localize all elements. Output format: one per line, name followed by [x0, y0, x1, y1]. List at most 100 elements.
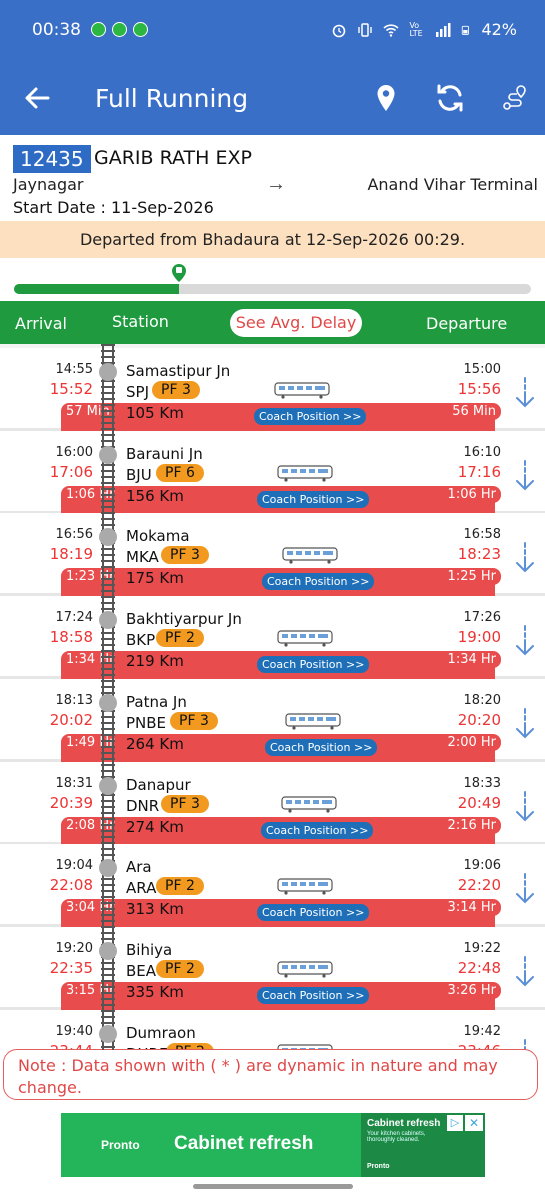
- station-code: BEA: [126, 962, 157, 980]
- ad-brand: Pronto: [101, 1138, 140, 1152]
- coach-position-button[interactable]: Coach Position >>: [265, 739, 378, 756]
- distance: 219 Km: [126, 652, 184, 670]
- status-time: 00:38: [32, 20, 81, 40]
- station-name: Ara: [126, 858, 152, 876]
- platform-badge: PF 3: [161, 795, 209, 813]
- scheduled-departure: 18:20: [463, 693, 501, 708]
- actual-departure: 18:23: [457, 545, 501, 563]
- actual-departure: 15:56: [457, 380, 501, 398]
- journey-progress-fill: [14, 284, 180, 294]
- train-header: 12435 GARIB RATH EXP Jaynagar → Anand Vi…: [0, 135, 545, 221]
- ad-headline: Cabinet refresh: [174, 1133, 314, 1154]
- expand-down-arrow-icon[interactable]: [513, 872, 537, 906]
- station-header: Station: [112, 312, 169, 331]
- actual-arrival: 17:06: [49, 463, 93, 481]
- ad-side-title: Cabinet refresh: [367, 1118, 441, 1129]
- coach-position-button[interactable]: Coach Position >>: [261, 822, 374, 839]
- departure-delay-badge: 1:25 Hr: [442, 568, 501, 585]
- station-row[interactable]: 19:20 22:35 3:15 Hr Bihiya BEA PF 2 335 Km Coac…: [0, 927, 545, 1048]
- coach-position-button[interactable]: Coach Position >>: [257, 491, 370, 508]
- expand-down-arrow-icon[interactable]: [513, 955, 537, 989]
- actual-departure: 22:48: [457, 959, 501, 977]
- station-row[interactable]: 18:13 20:02 1:49 Hr Patna Jn PNBE PF 3 264 Km C…: [0, 679, 545, 800]
- expand-down-arrow-icon[interactable]: [513, 376, 537, 410]
- coach-icon: [277, 961, 333, 978]
- ad-side-brand: Pronto: [367, 1163, 390, 1170]
- station-row[interactable]: 19:4023:44DumraonDUREPF 2Coach Position …: [0, 1010, 545, 1050]
- coach-position-button[interactable]: Coach Position >>: [262, 573, 375, 590]
- station-name: Mokama: [126, 527, 190, 545]
- station-row[interactable]: 16:56 18:19 1:23 Hr Mokama MKA PF 3 175 Km Coac…: [0, 513, 545, 634]
- station-code: ARA: [126, 879, 157, 897]
- platform-badge: PF 2: [156, 629, 204, 647]
- station-list[interactable]: 14:55 15:52 57 Min Samastipur Jn SPJ PF 3 105 …: [0, 344, 545, 1050]
- actual-departure: 20:49: [457, 794, 501, 812]
- station-dot: [99, 363, 117, 381]
- expand-down-arrow-icon[interactable]: [513, 707, 537, 741]
- departure-delay-badge: 3:26 Hr: [442, 982, 501, 999]
- refresh-icon[interactable]: [434, 82, 466, 114]
- actual-departure: 22:20: [457, 876, 501, 894]
- expand-down-arrow-icon[interactable]: [513, 459, 537, 493]
- scheduled-arrival: 19:20: [55, 941, 93, 956]
- scheduled-arrival: 18:31: [55, 776, 93, 791]
- station-dot: [99, 446, 117, 464]
- coach-icon: [282, 547, 338, 564]
- battery-percent: 42%: [481, 20, 517, 39]
- coach-icon: [274, 382, 330, 399]
- station-dot: [99, 694, 117, 712]
- signal-icon: [436, 22, 451, 37]
- scheduled-departure: 16:58: [463, 527, 501, 542]
- ad-info-icon[interactable]: ▷: [447, 1115, 463, 1131]
- scheduled-arrival: 19:40: [55, 1024, 93, 1039]
- platform-badge: PF 2: [156, 877, 204, 895]
- see-avg-delay-button[interactable]: See Avg. Delay: [230, 309, 362, 337]
- station-name: Barauni Jn: [126, 445, 203, 463]
- coach-position-button[interactable]: Coach Position >>: [254, 408, 367, 425]
- train-number: 12435: [13, 145, 91, 173]
- station-code: PNBE: [126, 714, 167, 732]
- station-code: BKP: [126, 631, 156, 649]
- station-dot: [99, 859, 117, 877]
- coach-icon: [281, 796, 337, 813]
- station-dot: [99, 1025, 117, 1043]
- back-arrow-icon[interactable]: [22, 84, 52, 112]
- departure-delay-badge: 1:06 Hr: [442, 486, 501, 503]
- status-icons: Vo LTE 42%: [331, 20, 517, 39]
- expand-down-arrow-icon[interactable]: [513, 624, 537, 658]
- scheduled-arrival: 16:00: [55, 445, 93, 460]
- station-row[interactable]: 18:31 20:39 2:08 Hr Danapur DNR PF 3 274 Km Coa…: [0, 762, 545, 883]
- station-name: Patna Jn: [126, 693, 187, 711]
- station-dot: [99, 611, 117, 629]
- scheduled-arrival: 14:55: [55, 362, 93, 377]
- platform-badge: PF 6: [156, 464, 204, 482]
- location-pin-icon[interactable]: [370, 82, 402, 114]
- route-icon[interactable]: [498, 82, 530, 114]
- station-row[interactable]: 19:04 22:08 3:04 Hr Ara ARA PF 2 313 Km Coach P…: [0, 844, 545, 965]
- coach-position-button[interactable]: Coach Position >>: [257, 904, 370, 921]
- platform-badge: PF 3: [170, 712, 218, 730]
- platform-badge: PF 3: [152, 381, 200, 399]
- ad-banner[interactable]: Pronto Cabinet refresh Cabinet refresh Y…: [61, 1113, 485, 1177]
- station-name: Bihiya: [126, 941, 173, 959]
- home-indicator[interactable]: [193, 1184, 353, 1189]
- coach-position-button[interactable]: Coach Position >>: [257, 987, 370, 1004]
- coach-position-button[interactable]: Coach Position >>: [257, 656, 370, 673]
- actual-arrival: 22:35: [49, 959, 93, 977]
- volte-label: Vo LTE: [409, 20, 423, 38]
- coach-icon: [277, 630, 333, 647]
- app-bar: Full Running: [0, 62, 545, 135]
- actual-departure: 20:20: [457, 711, 501, 729]
- whatsapp-icon: [112, 22, 127, 37]
- station-dot: [99, 528, 117, 546]
- status-bar: 00:38 Vo LTE 42%: [0, 0, 545, 62]
- note-box: Note : Data shown with ( * ) are dynamic…: [3, 1049, 538, 1100]
- train-marker-icon: [172, 264, 187, 282]
- station-row[interactable]: 14:55 15:52 57 Min Samastipur Jn SPJ PF 3 105 …: [0, 348, 545, 469]
- station-row[interactable]: 17:24 18:58 1:34 Hr Bakhtiyarpur Jn BKP PF 2 2…: [0, 596, 545, 717]
- expand-down-arrow-icon[interactable]: [513, 790, 537, 824]
- ad-close-icon[interactable]: ✕: [465, 1115, 483, 1131]
- expand-down-arrow-icon[interactable]: [513, 541, 537, 575]
- actual-arrival: 18:58: [49, 628, 93, 646]
- station-row[interactable]: 16:00 17:06 1:06 Hr Barauni Jn BJU PF 6 156 Km…: [0, 431, 545, 552]
